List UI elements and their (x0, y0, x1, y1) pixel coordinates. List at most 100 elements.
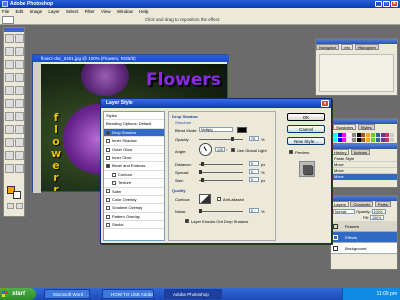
color-swatch[interactable] (366, 133, 371, 138)
style-list-item[interactable]: Texture (104, 179, 164, 188)
menu-file[interactable]: File (2, 9, 9, 14)
blend-mode-select[interactable]: Multiply (199, 127, 233, 132)
style-list-item[interactable]: Stroke (104, 221, 164, 230)
slice-tool-icon[interactable] (15, 60, 24, 69)
eyedropper-tool-icon[interactable] (15, 151, 24, 160)
style-list-item[interactable]: Inner Shadow (104, 137, 164, 146)
noise-field[interactable]: 0 (249, 208, 259, 213)
visibility-eye-icon[interactable] (333, 235, 338, 240)
taskbar-item-browser[interactable]: HOW TO USE Adobe... (102, 289, 154, 299)
style-checkbox[interactable] (106, 155, 110, 160)
global-light-checkbox[interactable] (231, 148, 235, 152)
layer-row-selected[interactable]: Effects (331, 232, 397, 243)
angle-field[interactable]: 120 (215, 147, 225, 152)
style-list-item[interactable]: Bevel and Emboss (104, 162, 164, 171)
menu-edit[interactable]: Edit (16, 9, 24, 14)
eraser-tool-icon[interactable] (5, 99, 14, 108)
style-list-item[interactable]: Gradient Overlay (104, 204, 164, 213)
color-swatch[interactable] (356, 133, 361, 138)
style-list-item[interactable]: Outer Glow (104, 146, 164, 154)
color-swatch[interactable] (385, 138, 390, 143)
history-brush-tool-icon[interactable] (15, 86, 24, 95)
noise-slider[interactable] (199, 211, 243, 212)
distance-slider-knob[interactable] (201, 162, 204, 166)
anti-aliased-checkbox[interactable] (217, 197, 221, 201)
color-swatch[interactable] (366, 138, 371, 143)
color-swatch[interactable] (347, 138, 352, 143)
color-swatch[interactable] (380, 133, 385, 138)
close-icon[interactable]: × (391, 1, 398, 7)
tab-paths[interactable]: Paths (374, 201, 391, 207)
color-swatch[interactable] (361, 133, 366, 138)
style-list-item[interactable]: Blending Options: Default (104, 120, 164, 129)
shadow-color-swatch[interactable] (237, 127, 247, 133)
menu-window[interactable]: Window (117, 9, 133, 14)
style-checkbox[interactable] (106, 197, 110, 202)
style-checkbox[interactable] (112, 181, 116, 186)
color-swatch[interactable] (370, 138, 375, 143)
contour-picker-icon[interactable] (199, 194, 211, 204)
menu-image[interactable]: Image (30, 9, 43, 14)
standard-mode-icon[interactable] (7, 203, 14, 209)
hand-tool-icon[interactable] (5, 164, 14, 173)
distance-field[interactable]: 5 (249, 161, 259, 166)
tab-navigator[interactable]: Navigator (316, 44, 340, 50)
style-checkbox[interactable] (106, 139, 110, 144)
layers-opacity-field[interactable]: 100% (371, 209, 386, 214)
spread-slider[interactable] (199, 172, 243, 173)
color-swatch[interactable] (332, 138, 337, 143)
history-item-selected[interactable]: Move (331, 174, 397, 180)
opacity-slider-knob[interactable] (231, 137, 234, 141)
tab-layers[interactable]: Layers (331, 201, 350, 207)
pen-tool-icon[interactable] (5, 138, 14, 147)
zoom-tool-icon[interactable] (15, 164, 24, 173)
layer-row[interactable]: Flowers (331, 221, 397, 232)
style-checkbox[interactable] (106, 223, 110, 228)
notes-tool-icon[interactable] (5, 151, 14, 160)
style-checkbox[interactable] (106, 147, 110, 152)
style-list-item[interactable]: Satin (104, 188, 164, 196)
style-list-item[interactable]: Contour (104, 171, 164, 180)
style-list-item[interactable]: Styles (104, 112, 164, 121)
type-tool-icon[interactable] (15, 125, 24, 134)
path-select-tool-icon[interactable] (5, 125, 14, 134)
minimize-icon[interactable]: _ (375, 1, 382, 7)
dialog-close-icon[interactable]: × (321, 100, 329, 107)
distance-slider[interactable] (199, 164, 243, 165)
preview-checkbox[interactable] (289, 150, 293, 154)
quick-mask-icon[interactable] (16, 203, 23, 209)
style-list-item[interactable]: Pattern Overlay (104, 213, 164, 222)
color-swatch[interactable] (342, 133, 347, 138)
taskbar-item-photoshop[interactable]: Adobe Photoshop (164, 289, 222, 299)
tab-channels[interactable]: Channels (350, 201, 374, 207)
layer-row[interactable]: Background (331, 243, 397, 254)
spread-slider-knob[interactable] (199, 170, 202, 174)
color-swatch[interactable] (390, 133, 395, 138)
blend-mode-select[interactable]: Normal (333, 209, 355, 214)
layers-fill-field[interactable]: 100% (370, 215, 385, 220)
crop-tool-icon[interactable] (5, 60, 14, 69)
tab-histogram[interactable]: Histogram (354, 44, 379, 50)
shape-tool-icon[interactable] (15, 138, 24, 147)
style-list-item[interactable]: Inner Glow (104, 154, 164, 163)
knockout-checkbox[interactable] (185, 219, 189, 223)
menu-select[interactable]: Select (66, 9, 79, 14)
size-slider-knob[interactable] (201, 178, 204, 182)
magic-wand-tool-icon[interactable] (15, 47, 24, 56)
color-swatch[interactable] (390, 138, 395, 143)
ok-button[interactable]: OK (287, 113, 325, 121)
menu-layer[interactable]: Layer (48, 9, 59, 14)
menu-view[interactable]: View (101, 9, 111, 14)
style-checkbox[interactable] (106, 189, 110, 194)
color-swatch[interactable] (351, 133, 356, 138)
document-title-bar[interactable]: flowrz-dsc_0401.jpg @ 100% (Flowers, RGB… (33, 55, 229, 62)
color-swatch[interactable] (385, 133, 390, 138)
noise-slider-knob[interactable] (199, 209, 202, 213)
stamp-tool-icon[interactable] (5, 86, 14, 95)
tab-history[interactable]: History (331, 149, 350, 155)
move-tool-icon[interactable] (15, 34, 24, 43)
size-slider[interactable] (199, 180, 243, 181)
lasso-tool-icon[interactable] (5, 47, 14, 56)
color-swatch[interactable] (375, 133, 380, 138)
gradient-tool-icon[interactable] (15, 99, 24, 108)
